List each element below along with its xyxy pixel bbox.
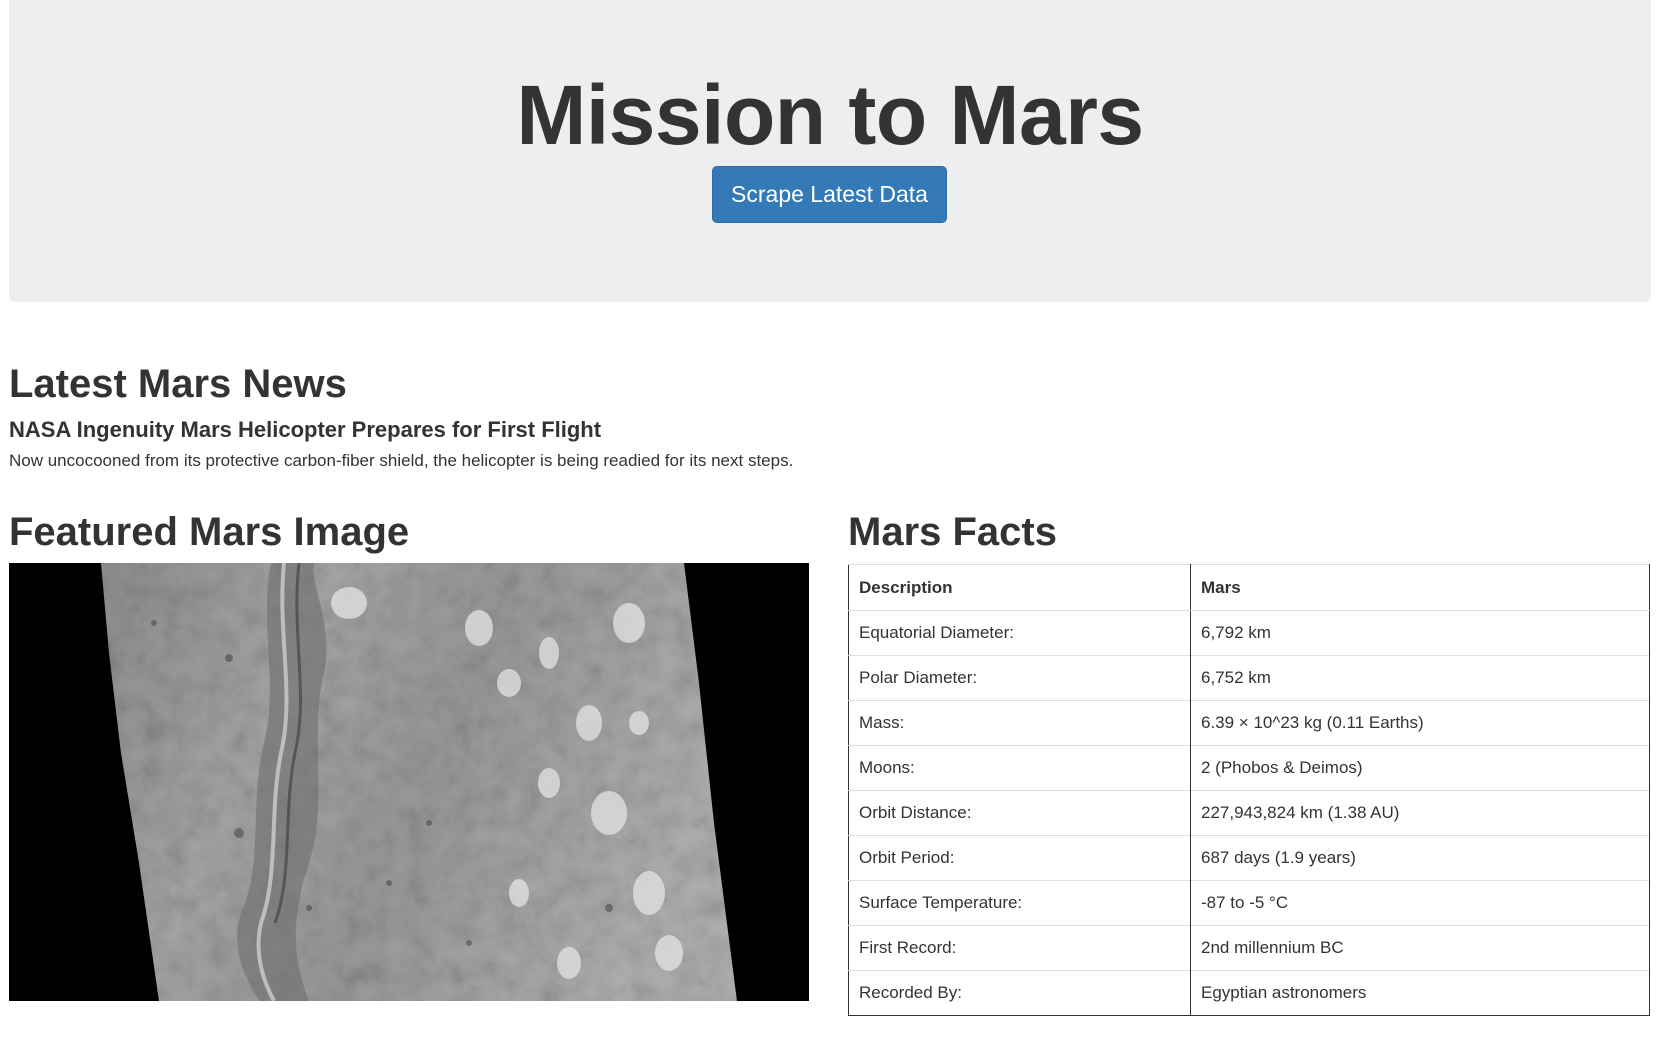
table-row: Recorded By: Egyptian astronomers <box>848 970 1650 1016</box>
latest-news-heading: Latest Mars News <box>9 362 347 406</box>
fact-label: Moons: <box>848 745 1191 791</box>
mars-facts-table: Description Mars Equatorial Diameter: 6,… <box>848 564 1650 1016</box>
fact-value: 2nd millennium BC <box>1190 925 1650 971</box>
jumbotron-header: Mission to Mars Scrape Latest Data <box>9 0 1651 302</box>
fact-label: Surface Temperature: <box>848 880 1191 926</box>
fact-value: 6,792 km <box>1190 610 1650 656</box>
table-row: First Record: 2nd millennium BC <box>848 925 1650 971</box>
page-title: Mission to Mars <box>516 68 1144 162</box>
mars-terrain-image <box>9 563 809 1001</box>
fact-label: Equatorial Diameter: <box>848 610 1191 656</box>
column-header: Mars <box>1190 564 1650 611</box>
featured-image-heading: Featured Mars Image <box>9 510 410 554</box>
featured-mars-image <box>9 563 809 1001</box>
fact-label: First Record: <box>848 925 1191 971</box>
fact-value: 687 days (1.9 years) <box>1190 835 1650 881</box>
table-row: Orbit Distance: 227,943,824 km (1.38 AU) <box>848 790 1650 836</box>
table-row: Surface Temperature: -87 to -5 °C <box>848 880 1650 926</box>
fact-value: 6.39 × 10^23 kg (0.11 Earths) <box>1190 700 1650 746</box>
fact-value: 6,752 km <box>1190 655 1650 701</box>
fact-value: -87 to -5 °C <box>1190 880 1650 926</box>
table-row: Orbit Period: 687 days (1.9 years) <box>848 835 1650 881</box>
table-row: Moons: 2 (Phobos & Deimos) <box>848 745 1650 791</box>
fact-value: Egyptian astronomers <box>1190 970 1650 1016</box>
table-row: Equatorial Diameter: 6,792 km <box>848 610 1650 656</box>
column-header: Description <box>848 564 1191 611</box>
news-teaser: Now uncocooned from its protective carbo… <box>9 451 794 470</box>
fact-label: Polar Diameter: <box>848 655 1191 701</box>
mars-facts-heading: Mars Facts <box>848 510 1057 554</box>
table-row: Mass: 6.39 × 10^23 kg (0.11 Earths) <box>848 700 1650 746</box>
news-title: NASA Ingenuity Mars Helicopter Prepares … <box>9 417 602 442</box>
table-row: Polar Diameter: 6,752 km <box>848 655 1650 701</box>
fact-label: Mass: <box>848 700 1191 746</box>
fact-value: 227,943,824 km (1.38 AU) <box>1190 790 1650 836</box>
fact-label: Recorded By: <box>848 970 1191 1016</box>
table-header-row: Description Mars <box>848 564 1650 611</box>
scrape-latest-data-button[interactable]: Scrape Latest Data <box>712 166 947 223</box>
fact-value: 2 (Phobos & Deimos) <box>1190 745 1650 791</box>
fact-label: Orbit Distance: <box>848 790 1191 836</box>
fact-label: Orbit Period: <box>848 835 1191 881</box>
